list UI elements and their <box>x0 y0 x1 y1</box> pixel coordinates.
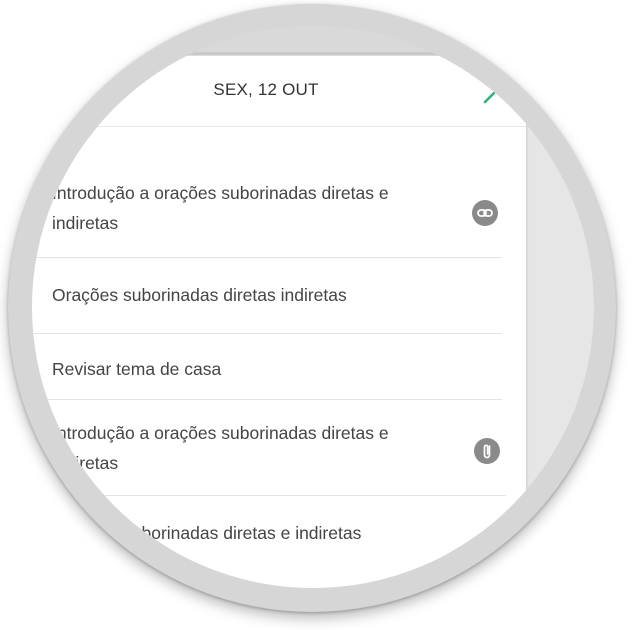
chevron-right-icon <box>483 74 500 104</box>
list-item-label: Revisar tema de casa <box>52 359 222 379</box>
list-item[interactable]: Orações suborinadas diretas e indiretas <box>32 496 502 576</box>
top-toolbar <box>32 26 594 55</box>
link-icon[interactable] <box>472 200 498 226</box>
app-view: SEX, 12 OUT Introdução a orações suborin… <box>32 26 594 588</box>
paperclip-icon[interactable] <box>474 438 500 464</box>
magnifier-frame: SEX, 12 OUT Introdução a orações suborin… <box>0 0 632 630</box>
day-title: SEX, 12 OUT <box>213 80 319 99</box>
list-item-label: Orações suborinadas diretas e indiretas <box>52 523 362 543</box>
list-item[interactable]: Introdução a orações suborinadas diretas… <box>32 400 506 496</box>
list-item-label: Introdução a orações suborinadas diretas… <box>52 423 389 473</box>
list-item[interactable]: Introdução a orações suborinadas diretas… <box>32 154 502 258</box>
next-day-button[interactable] <box>476 72 506 106</box>
day-header: SEX, 12 OUT <box>32 56 526 127</box>
list-item[interactable]: Orações suborinadas diretas indiretas <box>32 258 502 334</box>
list-item-label: Orações suborinadas diretas indiretas <box>52 285 347 305</box>
list-item-label: Introdução a orações suborinadas diretas… <box>52 183 389 233</box>
agenda-list: Introdução a orações suborinadas diretas… <box>32 154 506 576</box>
agenda-panel: SEX, 12 OUT Introdução a orações suborin… <box>32 56 526 588</box>
list-item[interactable]: Revisar tema de casa <box>32 334 502 400</box>
magnifier-lens: SEX, 12 OUT Introdução a orações suborin… <box>32 26 594 588</box>
